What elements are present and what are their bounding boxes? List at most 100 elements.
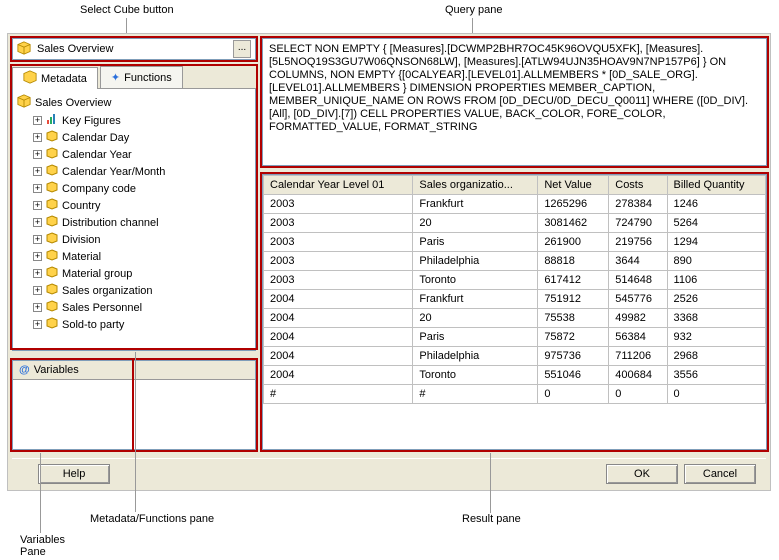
- tree-item[interactable]: +Sold-to party: [15, 316, 253, 333]
- table-cell: 711206: [609, 347, 667, 366]
- help-button[interactable]: Help: [38, 464, 110, 484]
- dimension-icon: [46, 130, 58, 145]
- table-cell: 1294: [667, 233, 765, 252]
- tree-item[interactable]: + Sales organization: [15, 282, 253, 299]
- table-row[interactable]: 2003Paris2619002197561294: [264, 233, 766, 252]
- expander-icon[interactable]: +: [33, 184, 42, 193]
- tab-functions[interactable]: ✦ Functions: [100, 66, 183, 88]
- dimension-icon: [46, 164, 58, 179]
- cube-icon: [17, 94, 31, 111]
- dimension-icon: [46, 300, 58, 315]
- column-header[interactable]: Costs: [609, 176, 667, 195]
- expander-icon[interactable]: +: [33, 218, 42, 227]
- table-cell: 219756: [609, 233, 667, 252]
- table-cell: 617412: [538, 271, 609, 290]
- tree-root[interactable]: Sales Overview: [15, 93, 253, 112]
- ok-button[interactable]: OK: [606, 464, 678, 484]
- expander-icon[interactable]: +: [33, 167, 42, 176]
- metadata-functions-pane: Metadata ✦ Functions Sales Overview + Key…: [12, 66, 256, 351]
- dimension-icon: [46, 198, 58, 213]
- tree-item[interactable]: +Company code: [15, 180, 253, 197]
- table-cell: Toronto: [413, 366, 538, 385]
- table-cell: 75872: [538, 328, 609, 347]
- table-cell: 2004: [264, 290, 413, 309]
- table-cell: 2968: [667, 347, 765, 366]
- table-cell: 751912: [538, 290, 609, 309]
- table-cell: 3368: [667, 309, 765, 328]
- table-row[interactable]: 2004Paris7587256384932: [264, 328, 766, 347]
- table-row[interactable]: 2004Toronto5510464006843556: [264, 366, 766, 385]
- table-row[interactable]: 2003Philadelphia888183644890: [264, 252, 766, 271]
- table-cell: 1265296: [538, 195, 609, 214]
- table-cell: 20: [413, 309, 538, 328]
- expander-icon[interactable]: +: [33, 320, 42, 329]
- tree-item-label: Calendar Year: [62, 149, 132, 161]
- cube-name: Sales Overview: [37, 43, 233, 55]
- table-cell: 1246: [667, 195, 765, 214]
- table-cell: 0: [667, 385, 765, 404]
- table-cell: 49982: [609, 309, 667, 328]
- table-cell: Frankfurt: [413, 195, 538, 214]
- dimension-icon: [46, 215, 58, 230]
- functions-icon: ✦: [111, 71, 120, 84]
- column-header[interactable]: Billed Quantity: [667, 176, 765, 195]
- select-cube-button[interactable]: ...: [233, 40, 251, 58]
- expander-icon[interactable]: +: [33, 116, 42, 125]
- annotation-variables-pane: Variables Pane: [20, 534, 65, 558]
- expander-icon[interactable]: +: [33, 235, 42, 244]
- table-cell: 278384: [609, 195, 667, 214]
- tree-item-label: Key Figures: [62, 115, 121, 127]
- table-row[interactable]: 2004Frankfurt7519125457762526: [264, 290, 766, 309]
- table-cell: 932: [667, 328, 765, 347]
- dimension-icon: [46, 147, 58, 162]
- column-header[interactable]: Net Value: [538, 176, 609, 195]
- table-cell: 2003: [264, 214, 413, 233]
- table-row[interactable]: 20032030814627247905264: [264, 214, 766, 233]
- tree-item[interactable]: +Sales Personnel: [15, 299, 253, 316]
- table-cell: 514648: [609, 271, 667, 290]
- table-cell: 551046: [538, 366, 609, 385]
- tree-item[interactable]: + Calendar Year/Month: [15, 163, 253, 180]
- table-cell: 3081462: [538, 214, 609, 233]
- tree-item[interactable]: + Calendar Year: [15, 146, 253, 163]
- tree-item-label: Sales organization: [62, 285, 153, 297]
- table-cell: 1106: [667, 271, 765, 290]
- tab-metadata[interactable]: Metadata: [12, 67, 98, 89]
- expander-icon[interactable]: +: [33, 201, 42, 210]
- table-row[interactable]: 2004Philadelphia9757367112062968: [264, 347, 766, 366]
- table-row[interactable]: 20042075538499823368: [264, 309, 766, 328]
- dimension-icon: [46, 249, 58, 264]
- metadata-tree[interactable]: Sales Overview + Key Figures +Calendar Day…: [12, 89, 256, 351]
- dimension-icon: [46, 181, 58, 196]
- query-pane[interactable]: SELECT NON EMPTY { [Measures].[DCWMP2BHR…: [262, 38, 767, 166]
- expander-icon[interactable]: +: [33, 150, 42, 159]
- dimension-icon: [46, 283, 58, 298]
- tree-item[interactable]: + Key Figures: [15, 112, 253, 129]
- table-row[interactable]: 2003Frankfurt12652962783841246: [264, 195, 766, 214]
- column-header[interactable]: Calendar Year Level 01: [264, 176, 413, 195]
- tree-item-label: Calendar Year/Month: [62, 166, 165, 178]
- expander-icon[interactable]: +: [33, 269, 42, 278]
- expander-icon[interactable]: +: [33, 252, 42, 261]
- column-header[interactable]: Sales organizatio...: [413, 176, 538, 195]
- expander-icon[interactable]: +: [33, 286, 42, 295]
- tree-item[interactable]: +Country: [15, 197, 253, 214]
- table-cell: Frankfurt: [413, 290, 538, 309]
- tree-item[interactable]: +Calendar Day: [15, 129, 253, 146]
- tab-metadata-label: Metadata: [41, 73, 87, 85]
- table-cell: 890: [667, 252, 765, 271]
- cancel-button[interactable]: Cancel: [684, 464, 756, 484]
- table-row[interactable]: ##000: [264, 385, 766, 404]
- tree-item[interactable]: +Material: [15, 248, 253, 265]
- table-cell: 5264: [667, 214, 765, 233]
- tree-item[interactable]: +Material group: [15, 265, 253, 282]
- expander-icon[interactable]: +: [33, 303, 42, 312]
- expander-icon[interactable]: +: [33, 133, 42, 142]
- tree-item[interactable]: +Division: [15, 231, 253, 248]
- table-cell: 400684: [609, 366, 667, 385]
- table-cell: Philadelphia: [413, 347, 538, 366]
- table-row[interactable]: 2003Toronto6174125146481106: [264, 271, 766, 290]
- result-pane[interactable]: Calendar Year Level 01Sales organizatio.…: [262, 174, 767, 450]
- table-cell: Toronto: [413, 271, 538, 290]
- tree-item[interactable]: +Distribution channel: [15, 214, 253, 231]
